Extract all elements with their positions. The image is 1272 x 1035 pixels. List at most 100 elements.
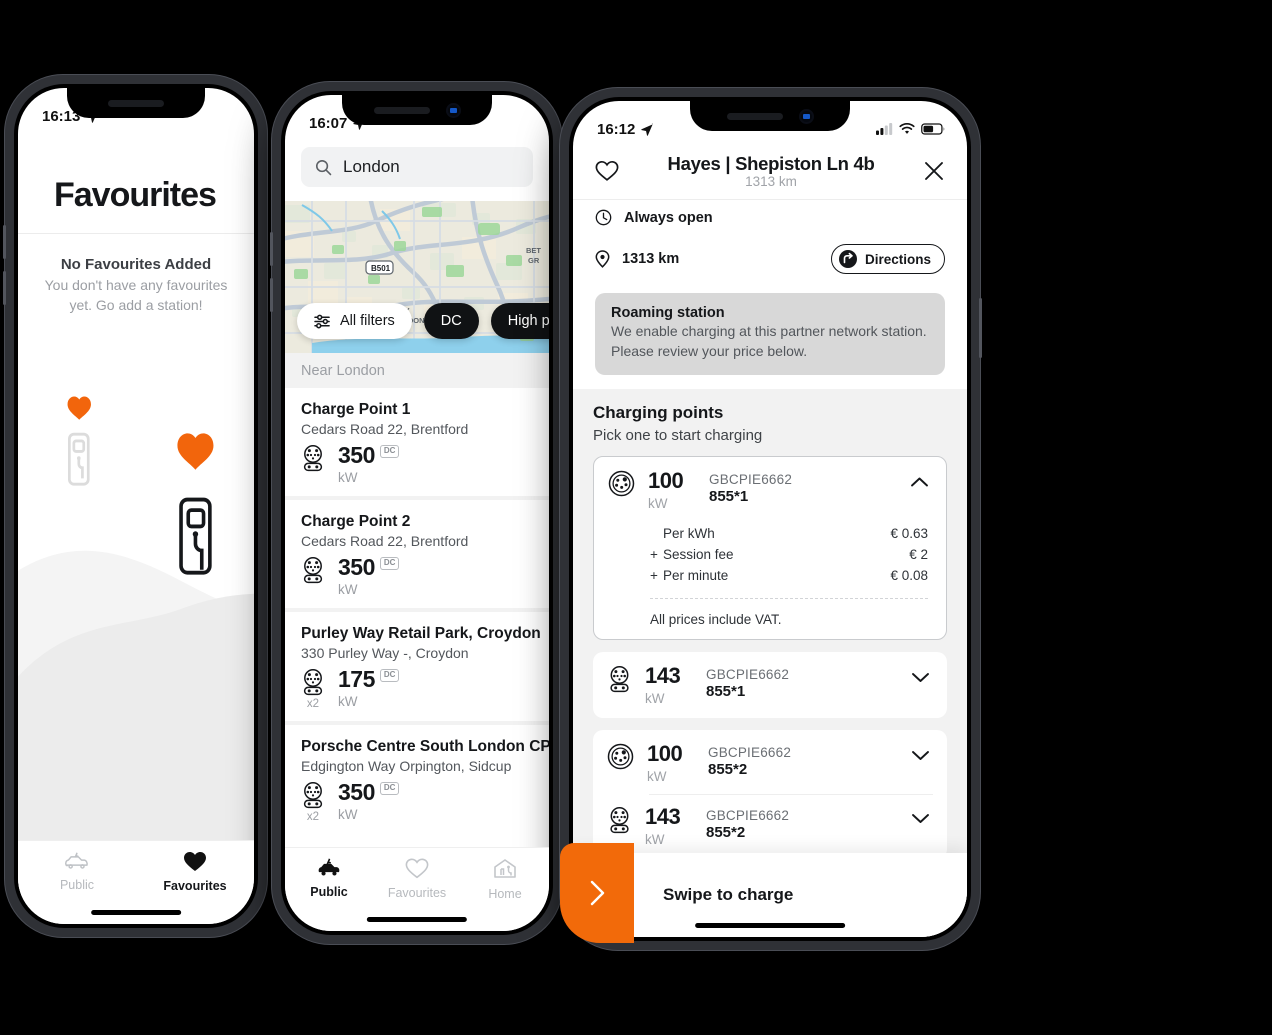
empty-state-body: You don't have any favourites yet. Go ad…: [44, 277, 228, 314]
chevron-right-icon: [590, 880, 605, 906]
opening-hours-label: Always open: [624, 209, 713, 226]
station-list-item[interactable]: Charge Point 1 Cedars Road 22, Brentford: [285, 388, 549, 496]
phone1-volume-down[interactable]: [3, 271, 6, 305]
chademo-plug-icon: [607, 743, 634, 770]
notch: [67, 88, 205, 118]
divider: [649, 794, 933, 796]
notch: [690, 101, 850, 131]
chip-dc[interactable]: DC: [423, 303, 479, 339]
tab-home[interactable]: Home: [461, 858, 549, 901]
power-unit: kW: [645, 691, 665, 707]
heart-filled-icon: [184, 852, 206, 871]
search-icon: [315, 159, 332, 175]
phone-favourites: 16:13 Favourites No Favourites Added You…: [3, 75, 267, 937]
charging-point-card[interactable]: 100 kW GBCPIE6662 855*1 Per kWh € 0.63 +…: [593, 456, 947, 641]
ccs-plug-icon: [303, 557, 323, 584]
power-unit: kW: [647, 769, 667, 785]
charging-point-card[interactable]: 100 kW GBCPIE6662 855*2 143 kW GBCPIE666…: [593, 730, 947, 860]
chip-high-power[interactable]: High power: [490, 303, 549, 339]
chip-label: High power: [507, 313, 549, 329]
list-header: Near London: [285, 353, 549, 388]
price-value: € 0.63: [890, 526, 928, 542]
ev-car-icon: [65, 852, 88, 869]
screenshot-stage: 16:13 Favourites No Favourites Added You…: [0, 0, 1272, 1035]
chevron-up-icon[interactable]: [906, 470, 932, 488]
current-type-badge: DC: [379, 669, 400, 682]
tab-label: Favourites: [163, 879, 227, 893]
ccs-plug-icon: [303, 445, 323, 472]
distance-row: 1313 km Directions: [573, 235, 967, 283]
charging-station-icon-small: [67, 432, 90, 486]
empty-state-heading: No Favourites Added: [60, 256, 212, 273]
price-prefix: +: [650, 547, 658, 563]
map-canvas[interactable]: BET GR TY LONDON B501: [285, 201, 549, 353]
status-time: 16:12: [597, 121, 636, 138]
charging-points-title: Charging points: [593, 403, 724, 423]
directions-button[interactable]: Directions: [830, 244, 945, 274]
search-value: London: [343, 157, 400, 176]
charging-point-id: GBCPIE6662: [706, 808, 790, 824]
tab-favourites[interactable]: Favourites: [136, 851, 254, 893]
phone3-power-button[interactable]: [979, 298, 982, 358]
price-value: € 0.08: [890, 568, 928, 584]
heart-outline-icon[interactable]: [595, 160, 619, 182]
roaming-notice: Roaming station We enable charging at th…: [595, 293, 945, 376]
home-indicator[interactable]: [695, 923, 845, 928]
station-list-item[interactable]: Purley Way Retail Park, Croydon 330 Purl…: [285, 612, 549, 721]
station-address: Edgington Way Orpington, Sidcup: [301, 758, 512, 774]
phone2-volume-down[interactable]: [270, 278, 273, 312]
close-icon[interactable]: [923, 160, 945, 182]
station-title: Hayes | Shepiston Ln 4b: [667, 153, 875, 174]
distance-label: 1313 km: [622, 251, 680, 267]
search-input[interactable]: London: [301, 147, 533, 187]
road-shield: B501: [365, 260, 394, 275]
charging-point-connector: 855*1: [706, 683, 746, 701]
power-unit: kW: [338, 694, 358, 709]
chademo-plug-icon: [608, 470, 635, 497]
tab-public[interactable]: Public: [285, 858, 373, 899]
tab-label: Home: [488, 887, 522, 901]
tab-favourites[interactable]: Favourites: [373, 858, 461, 900]
chevron-down-icon[interactable]: [907, 806, 933, 824]
chip-all-filters[interactable]: All filters: [297, 303, 412, 339]
map-area-label-1: BET: [526, 246, 541, 255]
swipe-to-charge-handle[interactable]: [560, 843, 634, 943]
map-pin-icon: [595, 250, 610, 268]
home-indicator[interactable]: [91, 910, 181, 915]
charging-point-power: 100: [648, 468, 684, 494]
search-area: London: [285, 141, 549, 201]
tab-label: Public: [59, 878, 95, 892]
tab-public[interactable]: Public: [18, 851, 136, 892]
chevron-down-icon[interactable]: [907, 743, 933, 761]
charging-point-id: GBCPIE6662: [709, 472, 793, 488]
station-list-item[interactable]: Charge Point 2 Cedars Road 22, Brentford: [285, 500, 549, 608]
home-indicator[interactable]: [366, 917, 468, 922]
charging-point-card[interactable]: 143 kW GBCPIE6662 855*1: [593, 652, 947, 719]
battery-icon: [921, 123, 945, 135]
speaker-grille: [373, 106, 430, 114]
price-row: Per kWh € 0.63: [650, 523, 928, 544]
station-name: Porsche Centre South London CP1: [301, 738, 549, 755]
current-type-badge: DC: [379, 557, 400, 570]
current-type-badge: DC: [379, 445, 400, 458]
front-camera: [798, 108, 814, 124]
phone1-volume-up[interactable]: [3, 225, 6, 259]
chevron-down-icon[interactable]: [907, 665, 933, 683]
charging-points-subtitle: Pick one to start charging: [593, 427, 763, 445]
power-unit: kW: [645, 832, 665, 848]
ccs-plug-icon: [610, 666, 629, 693]
location-arrow-icon: [641, 122, 654, 136]
price-row: + Session fee € 2: [650, 544, 928, 565]
station-list-item[interactable]: Porsche Centre South London CP1 Edgingto…: [285, 725, 549, 834]
charging-point-power: 143: [645, 663, 681, 689]
station-subtitle: 1313 km: [745, 174, 797, 189]
station-address: Cedars Road 22, Brentford: [301, 421, 469, 437]
tab-label: Favourites: [387, 886, 447, 900]
phone2-volume-up[interactable]: [270, 232, 273, 266]
heart-icon-small: [67, 396, 91, 420]
station-name: Purley Way Retail Park, Croydon: [301, 625, 541, 642]
chip-label: DC: [440, 313, 462, 329]
charging-point-connector: 855*1: [709, 488, 749, 506]
heart-outline-icon: [405, 858, 429, 879]
station-address: 330 Purley Way -, Croydon: [301, 645, 469, 661]
